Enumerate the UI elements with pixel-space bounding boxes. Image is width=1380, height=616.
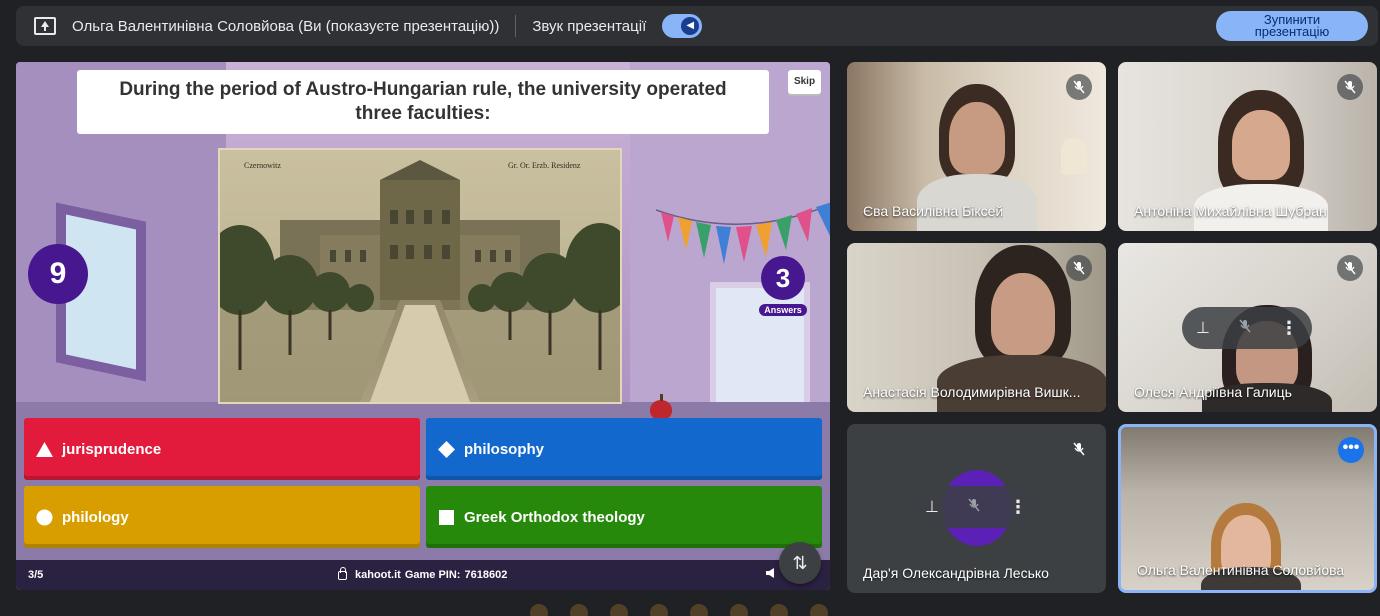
reaction-icon[interactable] [810,604,828,616]
skip-button[interactable]: Skip [788,70,821,94]
triangle-icon [36,441,53,458]
present-screen-icon [34,17,56,35]
square-icon [438,509,455,526]
swap-layout-button[interactable]: ⇅ [779,542,821,584]
presentation-sound-label: Звук презентації [532,17,647,35]
participant-name: Олеся Андріївна Галиць [1134,384,1292,400]
reaction-icon[interactable] [650,604,668,616]
more-options-icon[interactable]: ⋮ [1009,497,1027,518]
volume-icon: ◀ [681,17,700,35]
participant-tile[interactable]: Анастасія Володимирівна Вишк... [847,243,1106,412]
pin-icon[interactable]: ⊥ [925,497,939,517]
more-options-button[interactable]: ••• [1338,437,1364,463]
apple-decoration [650,394,672,420]
answer-text: jurisprudence [62,440,162,458]
answer-text: Greek Orthodox theology [464,508,645,526]
question-image: Czernowitz Gr. Or. Erzb. Residenz [218,148,622,404]
answers-count: 3 [761,256,805,300]
participant-name: Антоніна Михайлівна Шубран [1134,203,1327,219]
site-label: kahoot.it [355,569,401,581]
mic-off-icon [1066,74,1092,100]
mic-off-icon [1066,255,1092,281]
participant-name: Дар'я Олександрівна Лесько [863,565,1049,581]
presentation-bar: Ольга Валентинівна Соловйова (Ви (показу… [16,6,1378,46]
reactions-bar [520,604,870,616]
question-text: During the period of Austro-Hungarian ru… [77,70,769,134]
answer-option-diamond[interactable]: philosophy [426,418,822,480]
participant-name: Ольга Валентинівна Соловйова [1137,562,1345,578]
reaction-icon[interactable] [570,604,588,616]
game-pin-info: kahoot.it Game PIN: 7618602 [338,566,508,581]
answer-text: philology [62,508,129,526]
game-pin-label: Game PIN: [404,569,461,581]
game-pin-value: 7618602 [464,569,508,581]
divider [515,15,517,37]
mute-icon[interactable] [967,498,981,517]
stop-presenting-button[interactable]: Зупинити презентацію [1216,11,1368,41]
photo-caption-left: Czernowitz [244,161,281,170]
diamond-icon [438,440,455,458]
participant-video [1232,110,1290,180]
presentation-sound-toggle[interactable]: ◀ [662,14,703,38]
speaker-icon[interactable] [766,568,774,578]
answers-count-label: Answers [759,304,807,316]
countdown-timer: 9 [28,244,88,304]
mic-off-icon [1337,255,1363,281]
photo-caption-right: Gr. Or. Erzb. Residenz [508,161,581,170]
question-progress: 3/5 [28,569,44,581]
tile-hover-controls: ⊥ ⋮ [911,486,1041,528]
participant-video [949,102,1005,174]
reaction-icon[interactable] [610,604,628,616]
mute-icon[interactable] [1238,319,1252,338]
pin-icon[interactable]: ⊥ [1196,318,1210,338]
participant-tile[interactable]: ⊥ ⋮ Дар'я Олександрівна Лесько [847,424,1106,593]
answer-option-circle[interactable]: philology [24,486,420,548]
participant-tile[interactable]: Єва Василівна Біксей [847,62,1106,231]
kahoot-presentation: During the period of Austro-Hungarian ru… [16,62,830,590]
answer-text: philosophy [464,440,544,458]
tile-hover-controls: ⊥ ⋮ [1182,307,1312,349]
reaction-icon[interactable] [770,604,788,616]
presenter-label: Ольга Валентинівна Соловйова (Ви (показу… [72,17,500,35]
participant-tile-self[interactable]: ••• Ольга Валентинівна Соловйова [1118,424,1377,593]
meet-window: Ольга Валентинівна Соловйова (Ви (показу… [0,0,1380,616]
reaction-icon[interactable] [690,604,708,616]
participant-name: Анастасія Володимирівна Вишк... [863,384,1081,400]
lock-icon [338,566,347,580]
participant-tile[interactable]: Антоніна Михайлівна Шубран [1118,62,1377,231]
mic-off-icon [1337,74,1363,100]
more-options-icon[interactable]: ⋮ [1280,318,1298,339]
reaction-icon[interactable] [730,604,748,616]
reaction-icon[interactable] [530,604,548,616]
participant-video [991,273,1055,355]
participant-name: Єва Василівна Біксей [863,203,1004,219]
answer-option-square[interactable]: Greek Orthodox theology [426,486,822,548]
answer-option-triangle[interactable]: jurisprudence [24,418,420,480]
kahoot-status-bar: 3/5 kahoot.it Game PIN: 7618602 [16,560,830,590]
circle-icon [36,509,53,526]
participant-tile[interactable]: ⊥ ⋮ Олеся Андріївна Галиць [1118,243,1377,412]
mic-off-icon [1066,436,1092,462]
lamp [1061,138,1087,174]
